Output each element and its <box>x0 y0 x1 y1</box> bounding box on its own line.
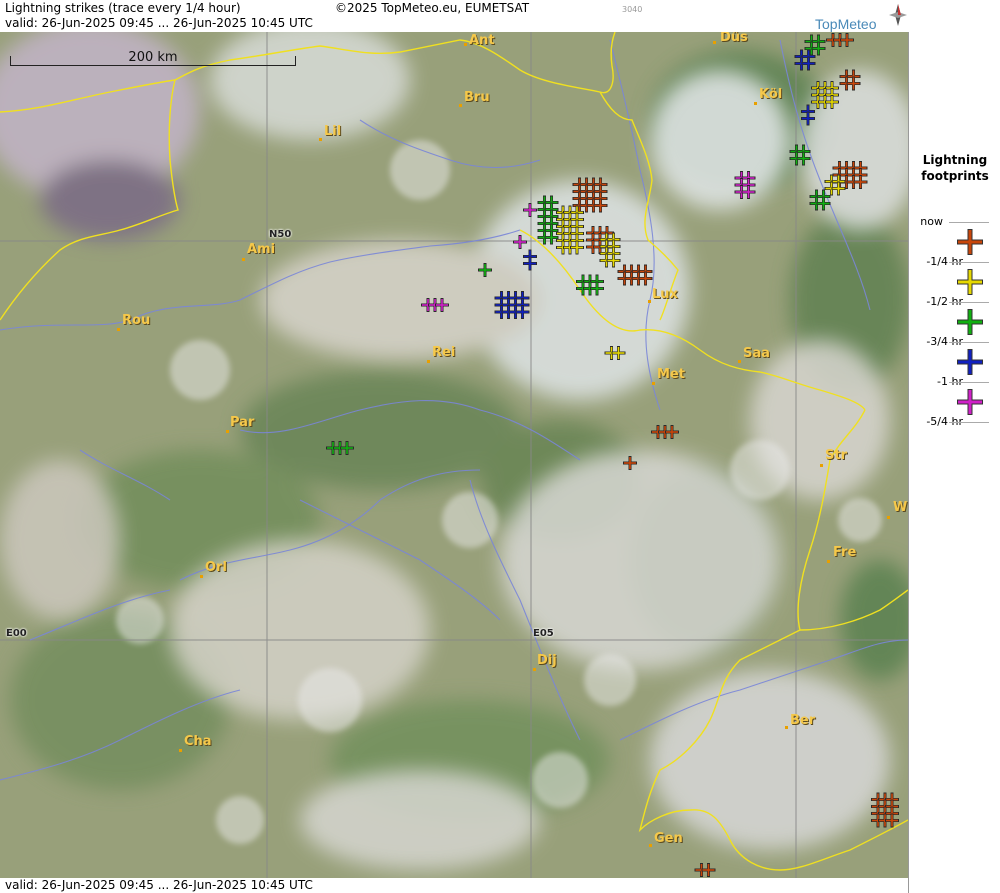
legend-separator <box>949 342 989 343</box>
city-label: Dij <box>537 653 557 668</box>
city-dot <box>533 668 536 671</box>
city-label: Orl <box>205 560 227 575</box>
footer: valid: 26-Jun-2025 09:45 ... 26-Jun-2025… <box>0 878 908 893</box>
city-dot <box>713 41 716 44</box>
city-dot <box>827 560 830 563</box>
city-dot <box>648 300 651 303</box>
grid-label-e05: E05 <box>533 628 554 639</box>
city-dot <box>887 516 890 519</box>
city-dot <box>649 844 652 847</box>
legend-cross-icon <box>957 269 983 295</box>
satellite-map[interactable]: 200 km N50 E00 E05 Ant Düs Bru Köl Lil A… <box>0 32 908 878</box>
legend-cross-icon <box>957 229 983 255</box>
logo-text: TopMeteo <box>815 16 877 32</box>
legend-cross-icon <box>957 309 983 335</box>
city-label: Bru <box>464 90 490 105</box>
map-code: 3040 <box>622 5 643 14</box>
city-label: Ant <box>469 33 495 48</box>
city-dot <box>117 328 120 331</box>
legend-panel: Lightning footprints now -1/4 hr -1/2 hr -3… <box>908 32 1000 893</box>
city-label: Par <box>230 415 255 430</box>
city-dot <box>652 382 655 385</box>
city-dot <box>785 726 788 729</box>
city-dot <box>820 464 823 467</box>
scale-tick-right <box>295 56 296 66</box>
city-label: Saa <box>743 346 770 361</box>
chart-title: Lightning strikes (trace every 1/4 hour) <box>5 1 241 15</box>
city-dot <box>179 749 182 752</box>
city-label: W <box>893 500 908 515</box>
legend-label: now <box>920 215 943 228</box>
city-label: Str <box>825 448 847 463</box>
legend-separator <box>949 262 989 263</box>
footer-valid-time: valid: 26-Jun-2025 09:45 ... 26-Jun-2025… <box>5 878 313 892</box>
grid-label-e00: E00 <box>6 628 27 639</box>
city-label: Rou <box>122 313 151 328</box>
legend-separator <box>949 422 989 423</box>
legend-title-line2: footprints <box>921 169 989 183</box>
legend-separator <box>949 382 989 383</box>
legend-separator <box>949 222 989 223</box>
map-graphics <box>0 32 908 878</box>
city-label: Lux <box>652 287 678 302</box>
city-label: Köl <box>759 87 783 102</box>
city-label: Düs <box>720 32 748 45</box>
city-dot <box>226 430 229 433</box>
scale-label: 200 km <box>128 50 178 65</box>
city-dot <box>738 360 741 363</box>
legend-title-line1: Lightning <box>922 153 988 167</box>
city-label: Gen <box>654 831 683 846</box>
city-label: Rei <box>432 345 456 360</box>
city-label: Cha <box>184 734 212 749</box>
scale-bar: 200 km <box>10 50 296 68</box>
city-dot <box>464 43 467 46</box>
city-label: Met <box>657 367 685 382</box>
city-dot <box>319 138 322 141</box>
grid-label-n50: N50 <box>269 229 292 240</box>
legend-separator <box>949 302 989 303</box>
scale-tick-left <box>10 56 11 66</box>
compass-icon <box>889 4 907 26</box>
city-dot <box>200 575 203 578</box>
city-dot <box>242 258 245 261</box>
valid-time: valid: 26-Jun-2025 09:45 ... 26-Jun-2025… <box>5 16 313 30</box>
city-dot <box>754 102 757 105</box>
legend-cross-icon <box>957 349 983 375</box>
city-label: Ber <box>790 713 816 728</box>
city-label: Ami <box>247 242 276 257</box>
city-dot <box>459 104 462 107</box>
scale-line <box>10 65 296 66</box>
topmeteo-logo[interactable]: TopMeteo <box>815 4 910 32</box>
city-label: Lil <box>324 124 342 139</box>
legend-title: Lightning footprints <box>909 152 1000 184</box>
legend-cross-icon <box>957 389 983 415</box>
copyright: ©2025 TopMeteo.eu, EUMETSAT <box>335 1 530 15</box>
city-dot <box>427 360 430 363</box>
city-label: Fre <box>833 545 857 560</box>
